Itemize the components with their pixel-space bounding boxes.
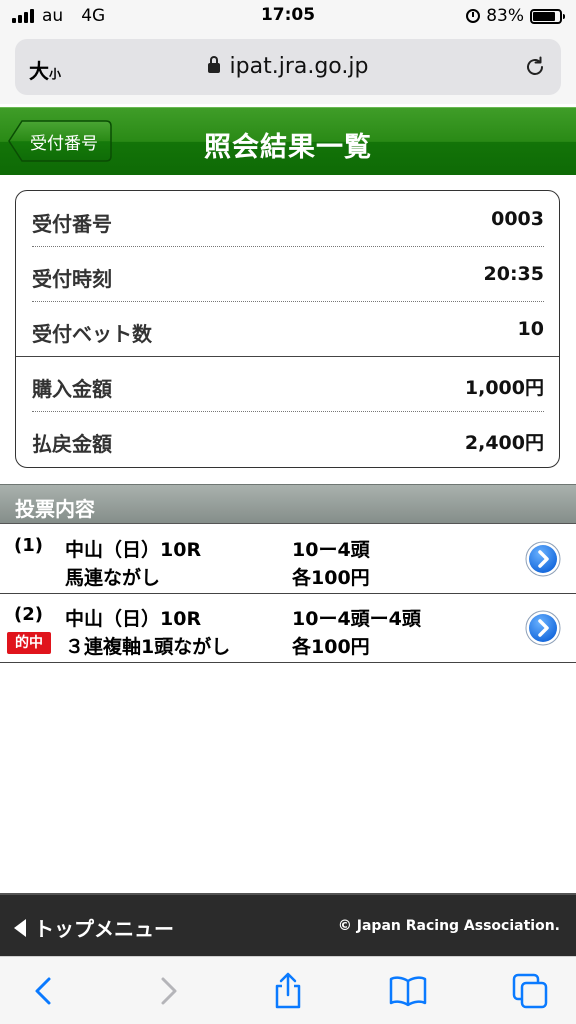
back-chevron-icon[interactable]	[24, 971, 64, 1011]
page-title: 照会結果一覧	[204, 132, 372, 163]
row-divider	[32, 246, 544, 247]
summary-label: 受付番号	[32, 212, 112, 236]
hit-badge: 的中	[7, 632, 51, 654]
summary-box: 受付番号 0003 受付時刻 20:35 受付ベット数 10 購入金額 1,00…	[15, 190, 560, 468]
row-divider	[32, 301, 544, 302]
bet-amount: 各100円	[292, 567, 370, 589]
summary-value: 10	[517, 318, 544, 340]
bookmarks-icon[interactable]	[388, 971, 428, 1011]
page-header: 受付番号 照会結果一覧	[0, 107, 576, 175]
summary-row-payout-amount: 払戻金額 2,400円	[32, 413, 544, 465]
bet-combination: 10ー4頭ー4頭	[292, 608, 421, 630]
bet-number: (1)	[14, 535, 43, 556]
tabs-icon[interactable]	[510, 971, 550, 1011]
summary-value: 20:35	[483, 263, 544, 285]
reload-icon[interactable]	[523, 55, 547, 79]
chevron-right-icon[interactable]	[525, 610, 561, 646]
section-divider	[16, 356, 559, 357]
bet-race: 中山（日）10R	[65, 539, 202, 561]
row-divider	[32, 411, 544, 412]
share-icon[interactable]	[268, 971, 308, 1011]
summary-row-purchase-amount: 購入金額 1,000円	[32, 358, 544, 410]
page-footer: トップメニュー © Japan Racing Association.	[0, 893, 576, 956]
status-right: 83%	[466, 6, 565, 26]
browser-toolbar	[0, 956, 576, 1024]
summary-label: 購入金額	[32, 377, 112, 401]
url-text: ipat.jra.go.jp	[229, 54, 369, 79]
bet-race: 中山（日）10R	[65, 608, 202, 630]
summary-value: 2,400円	[464, 432, 544, 454]
summary-row-bet-count: 受付ベット数 10	[32, 303, 544, 355]
summary-label: 受付ベット数	[32, 322, 152, 346]
summary-row-receipt-time: 受付時刻 20:35	[32, 248, 544, 300]
battery-icon	[530, 8, 565, 24]
browser-address-area: 大小 ipat.jra.go.jp	[0, 34, 576, 104]
bet-combination: 10ー4頭	[292, 539, 370, 561]
summary-label: 受付時刻	[32, 267, 112, 291]
back-triangle-icon	[14, 918, 26, 937]
top-menu-link[interactable]: トップメニュー	[14, 913, 174, 942]
summary-value: 1,000円	[464, 377, 544, 399]
alarm-icon	[466, 9, 481, 23]
summary-row-receipt-number: 受付番号 0003	[32, 193, 544, 245]
forward-chevron-icon[interactable]	[148, 971, 188, 1011]
lock-icon	[207, 56, 220, 73]
battery-percent: 83%	[486, 6, 524, 26]
bets-section-header: 投票内容	[0, 484, 576, 524]
url-display[interactable]: ipat.jra.go.jp	[15, 54, 561, 79]
bet-amount: 各100円	[292, 636, 370, 658]
section-title: 投票内容	[15, 497, 95, 521]
bet-list-item[interactable]: (1) 中山（日）10R 馬連ながし 10ー4頭 各100円	[0, 525, 576, 594]
chevron-right-icon[interactable]	[525, 541, 561, 577]
bet-type: 馬連ながし	[65, 567, 161, 589]
top-menu-label: トップメニュー	[34, 917, 174, 941]
bet-type: ３連複軸1頭ながし	[65, 636, 231, 658]
bet-list-item[interactable]: (2) 的中 中山（日）10R ３連複軸1頭ながし 10ー4頭ー4頭 各100円	[0, 594, 576, 663]
battery-fill	[533, 11, 555, 21]
summary-label: 払戻金額	[32, 432, 112, 456]
summary-value: 0003	[491, 208, 544, 230]
bet-number: (2)	[14, 604, 43, 625]
status-bar: au 4G 17:05 83%	[0, 0, 576, 34]
address-bar[interactable]: 大小 ipat.jra.go.jp	[15, 39, 561, 95]
copyright-text: © Japan Racing Association.	[337, 918, 560, 934]
